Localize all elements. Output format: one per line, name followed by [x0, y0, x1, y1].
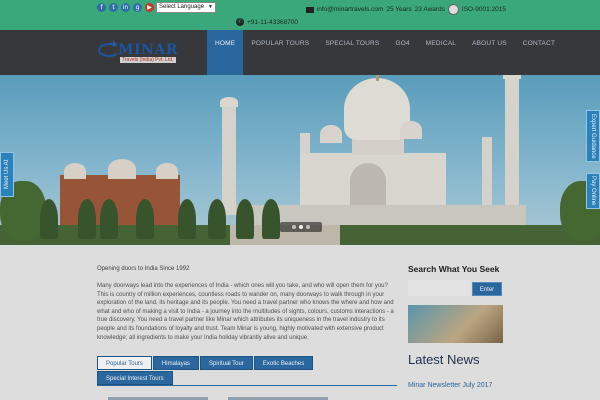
facebook-icon[interactable]: f	[97, 3, 106, 12]
google-plus-icon[interactable]: g	[133, 3, 142, 12]
nav-item-medical[interactable]: MEDICAL	[418, 30, 464, 75]
tab-popular-tours[interactable]: Popular Tours	[97, 356, 152, 370]
phone-info: ✆ +91-11-43368700	[236, 18, 298, 26]
tree	[136, 199, 154, 239]
intro-heading: Opening doors to India Since 1992	[97, 266, 190, 272]
tab-special-interest-tours[interactable]: Special Interest Tours	[97, 371, 173, 385]
site-logo[interactable]: ✈ MINAR Travels (India) Pvt. Ltd.	[96, 39, 191, 69]
tour-tabs: Popular Tours Himalayas Spiritual Tour E…	[97, 356, 337, 385]
nav-item-about-us[interactable]: ABOUT US	[464, 30, 515, 75]
language-select[interactable]: Select Language ▼	[156, 2, 216, 13]
slider-dot[interactable]	[306, 225, 310, 229]
slider-dot[interactable]	[299, 225, 303, 229]
tab-exotic-beaches[interactable]: Exotic Beaches	[253, 356, 314, 370]
taj-mahal-spire	[376, 75, 379, 81]
small-dome	[320, 125, 342, 143]
linkedin-icon[interactable]: in	[121, 3, 130, 12]
minaret-right	[503, 75, 521, 212]
nav-menu: HOME POPULAR TOURS SPECIAL TOURS GO4 MED…	[207, 30, 563, 75]
brand-tagline: Travels (India) Pvt. Ltd.	[120, 57, 176, 63]
expert-guidance-tab[interactable]: Expert Guidance	[586, 110, 600, 162]
brand-name: MINAR	[118, 42, 178, 58]
intro-paragraph: Many doorways lead into the experiences …	[97, 283, 394, 341]
nav-item-contact[interactable]: CONTACT	[515, 30, 563, 75]
minaret-inner-right	[482, 137, 492, 212]
nav-item-go4[interactable]: GO4	[387, 30, 417, 75]
awards-badge: 23 Awards	[414, 6, 445, 13]
search-heading: Search What You Seek	[408, 264, 500, 274]
search-input[interactable]	[408, 280, 470, 296]
nav-item-popular-tours[interactable]: POPULAR TOURS	[243, 30, 317, 75]
nav-item-home[interactable]: HOME	[207, 30, 244, 75]
chevron-down-icon: ▼	[208, 4, 213, 10]
social-links: f t in g ▶	[97, 3, 154, 12]
promo-banner-image[interactable]	[408, 305, 503, 343]
years-badge: 25 Years	[386, 6, 412, 13]
pay-online-tab[interactable]: Pay Online	[586, 173, 600, 209]
tabs-divider	[97, 385, 397, 386]
email-link[interactable]: info@minartravels.com	[317, 6, 384, 13]
minaret-left	[220, 97, 238, 215]
fort-dome	[108, 159, 136, 179]
phone-icon: ✆	[236, 18, 244, 26]
top-bar	[0, 0, 600, 30]
tab-spiritual-tour[interactable]: Spiritual Tour	[199, 356, 253, 370]
small-dome	[400, 121, 422, 139]
twitter-icon[interactable]: t	[109, 3, 118, 12]
tree	[236, 199, 254, 239]
tree	[208, 199, 226, 239]
plane-icon: ✈	[110, 39, 118, 49]
tree	[100, 199, 118, 239]
tab-himalayas[interactable]: Himalayas	[152, 356, 199, 370]
fort-dome	[156, 163, 178, 179]
fort-dome	[64, 163, 86, 179]
tree	[40, 199, 58, 239]
contact-info: info@minartravels.com 25 Years 23 Awards…	[305, 4, 506, 15]
tree	[262, 199, 280, 239]
taj-mahal-arch	[350, 163, 386, 208]
hero-slider-image	[0, 75, 600, 245]
latest-news-heading: Latest News	[408, 352, 480, 367]
mail-icon	[305, 6, 314, 13]
phone-number[interactable]: +91-11-43368700	[247, 19, 298, 26]
slider-pager[interactable]	[280, 222, 322, 232]
iso-seal-icon	[447, 4, 459, 15]
search-enter-button[interactable]: Enter	[472, 282, 502, 296]
tree	[78, 199, 96, 239]
nav-item-special-tours[interactable]: SPECIAL TOURS	[317, 30, 387, 75]
tree	[178, 199, 196, 239]
youtube-icon[interactable]: ▶	[145, 3, 154, 12]
slider-dot[interactable]	[292, 225, 296, 229]
iso-label: ISO-9001:2015	[461, 6, 506, 13]
news-link[interactable]: Minar Newsletter July 2017	[408, 381, 498, 390]
meet-us-at-tab[interactable]: Meet Us At	[0, 152, 14, 197]
